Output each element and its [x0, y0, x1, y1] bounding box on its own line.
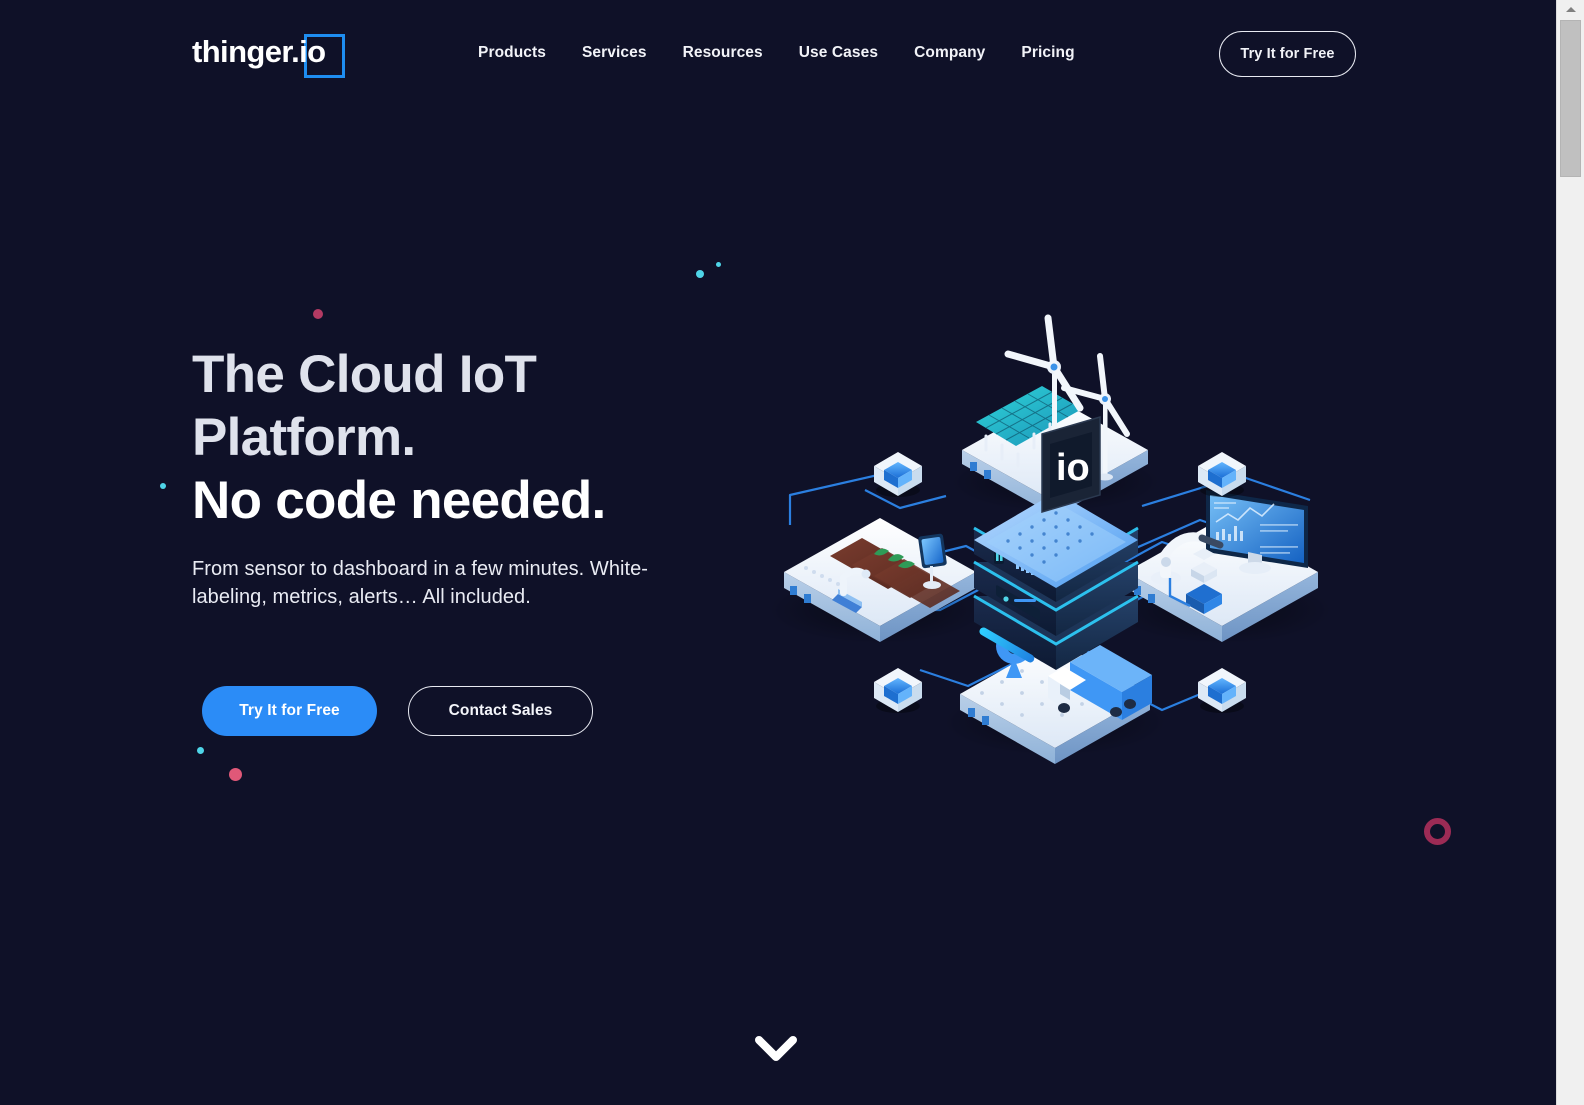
dot-cyan-top-small [716, 262, 721, 267]
scroll-down-chevron-icon[interactable] [755, 1032, 797, 1066]
dot-cyan-lower [197, 747, 204, 754]
central-server-stack [973, 492, 1139, 670]
headline-line-2: Platform. [192, 408, 416, 467]
header-try-it-free-button[interactable]: Try It for Free [1219, 31, 1356, 77]
headline-line-1: The Cloud IoT [192, 345, 537, 404]
hero-try-it-free-button[interactable]: Try It for Free [202, 686, 377, 736]
nav-item-company[interactable]: Company [914, 40, 985, 66]
hero-illustration: io [770, 310, 1370, 780]
vertical-scrollbar[interactable] [1556, 0, 1584, 1105]
dot-pink-lower [229, 768, 242, 781]
nav-item-pricing[interactable]: Pricing [1021, 40, 1074, 66]
cube-node-top-left [874, 430, 922, 497]
ring-maroon-icon [1424, 818, 1451, 845]
hero-contact-sales-button[interactable]: Contact Sales [408, 686, 593, 736]
nav-item-resources[interactable]: Resources [683, 40, 763, 66]
logo-text: thinger.io [192, 34, 326, 69]
dot-cyan-left-edge [160, 483, 166, 489]
site-logo[interactable]: thinger.io [192, 30, 345, 78]
cube-node-bottom-right [1198, 640, 1246, 713]
dot-cyan-top-large [696, 270, 704, 278]
hero-button-group: Try It for Free Contact Sales [202, 686, 593, 736]
hero-subheadline: From sensor to dashboard in a few minute… [192, 558, 648, 608]
page-root: thinger.io Products Services Resources U… [0, 0, 1584, 1105]
cube-node-bottom-left [874, 640, 922, 713]
headline-line-3: No code needed. [192, 471, 606, 530]
main-navigation: Products Services Resources Use Cases Co… [478, 40, 1075, 66]
io-badge-card: io [1041, 415, 1101, 514]
nav-item-products[interactable]: Products [478, 40, 546, 66]
cube-node-top-right [1198, 430, 1246, 497]
scrollbar-thumb[interactable] [1560, 20, 1581, 177]
dot-pink-upper [313, 309, 323, 319]
browser-viewport: thinger.io Products Services Resources U… [0, 0, 1556, 1105]
hero-text-block: The Cloud IoT Platform. No code needed. … [192, 343, 812, 611]
scrollbar-up-arrow-icon[interactable] [1557, 0, 1584, 18]
nav-item-use-cases[interactable]: Use Cases [799, 40, 878, 66]
site-header: thinger.io Products Services Resources U… [0, 0, 1556, 108]
page-title: The Cloud IoT Platform. No code needed. [192, 343, 812, 532]
io-badge-text: io [1056, 447, 1090, 489]
nav-item-services[interactable]: Services [582, 40, 647, 66]
